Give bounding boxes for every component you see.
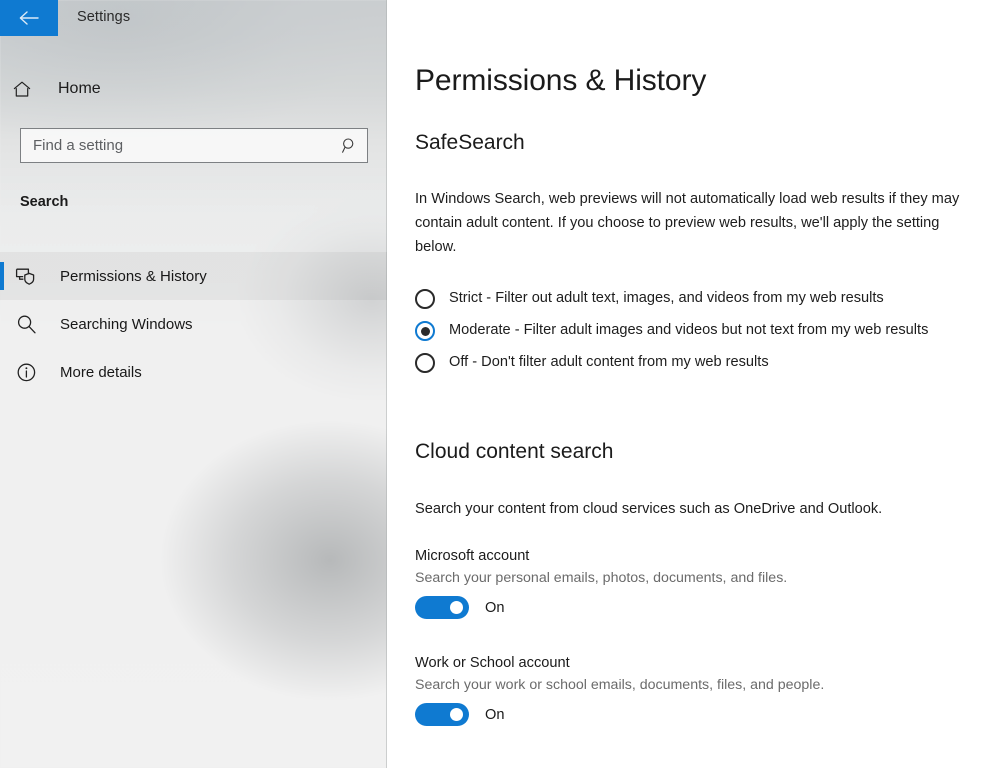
sidebar-nav: Permissions & History Searching Windows (0, 252, 387, 396)
radio-option-moderate-label: Moderate - Filter adult images and video… (449, 320, 928, 341)
section-title-safesearch: SafeSearch (415, 131, 525, 155)
search-setting-box[interactable]: Find a setting (20, 128, 368, 163)
setting-microsoft-account-toggle-row: On (415, 596, 975, 619)
setting-microsoft-account-name: Microsoft account (415, 548, 975, 564)
back-button[interactable] (0, 0, 58, 36)
sidebar-item-permissions-history[interactable]: Permissions & History (0, 252, 387, 300)
main-content: Permissions & History SafeSearch In Wind… (388, 0, 1003, 768)
search-icon[interactable] (331, 137, 367, 154)
app-title: Settings (77, 9, 130, 25)
radio-option-strict[interactable]: Strict - Filter out adult text, images, … (415, 288, 980, 309)
radio-option-moderate[interactable]: Moderate - Filter adult images and video… (415, 320, 980, 341)
cloud-content-description: Search your content from cloud services … (415, 497, 975, 521)
permissions-shield-icon (4, 267, 48, 286)
sidebar-item-searching-windows[interactable]: Searching Windows (0, 300, 387, 348)
section-title-cloud-content-search: Cloud content search (415, 440, 613, 464)
search-input[interactable]: Find a setting (33, 137, 331, 154)
radio-indicator (415, 289, 435, 309)
home-icon (0, 80, 44, 99)
info-circle-icon (4, 362, 48, 383)
radio-indicator (415, 353, 435, 373)
safesearch-description: In Windows Search, web previews will not… (415, 187, 975, 259)
sidebar-item-more-details[interactable]: More details (0, 348, 387, 396)
toggle-work-school-account[interactable] (415, 703, 469, 726)
back-arrow-icon (18, 10, 40, 26)
sidebar-item-home-label: Home (58, 80, 101, 98)
sidebar-item-home[interactable]: Home (0, 70, 387, 108)
sidebar: Settings Home Find a setting Sear (0, 0, 387, 768)
selection-accent-bar (0, 262, 4, 290)
page-title: Permissions & History (415, 64, 706, 98)
setting-microsoft-account-description: Search your personal emails, photos, doc… (415, 570, 975, 586)
setting-work-school-account-name: Work or School account (415, 655, 975, 671)
settings-window: Settings Home Find a setting Sear (0, 0, 1003, 768)
setting-work-school-account-toggle-row: On (415, 703, 975, 726)
sidebar-item-permissions-history-label: Permissions & History (60, 268, 207, 285)
radio-option-strict-label: Strict - Filter out adult text, images, … (449, 288, 884, 309)
sidebar-item-more-details-label: More details (60, 364, 142, 381)
sidebar-group-header: Search (20, 194, 68, 210)
toggle-work-school-account-state: On (485, 707, 504, 723)
toggle-microsoft-account[interactable] (415, 596, 469, 619)
radio-indicator-selected (415, 321, 435, 341)
setting-work-school-account: Work or School account Search your work … (415, 655, 975, 726)
radio-option-off[interactable]: Off - Don't filter adult content from my… (415, 352, 980, 373)
setting-work-school-account-description: Search your work or school emails, docum… (415, 677, 975, 693)
safesearch-radio-group: Strict - Filter out adult text, images, … (415, 288, 980, 384)
toggle-microsoft-account-state: On (485, 600, 504, 616)
magnifier-icon (4, 314, 48, 335)
radio-option-off-label: Off - Don't filter adult content from my… (449, 352, 769, 373)
setting-microsoft-account: Microsoft account Search your personal e… (415, 548, 975, 619)
sidebar-item-searching-windows-label: Searching Windows (60, 316, 193, 333)
title-bar: Settings (0, 0, 387, 37)
